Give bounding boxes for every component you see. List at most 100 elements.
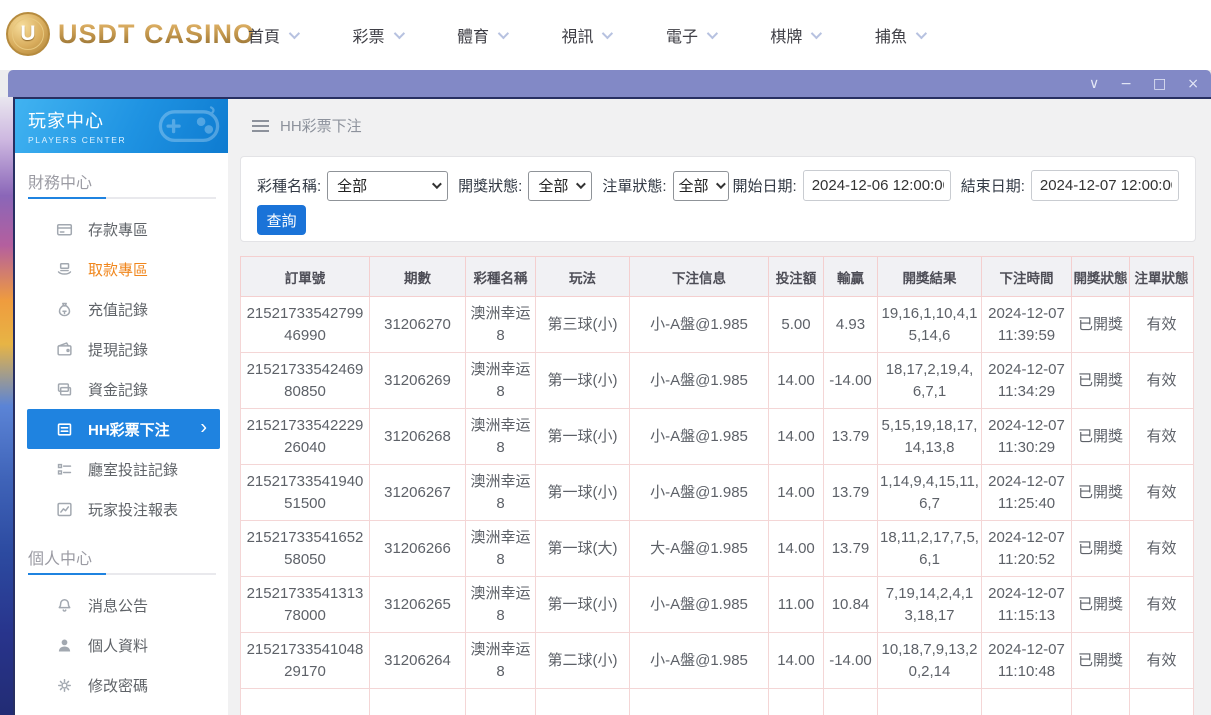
window-control-button[interactable]: ∨ (1089, 77, 1099, 91)
draw-status-select[interactable]: 全部 (528, 171, 592, 201)
table-header-cell: 開獎狀態 (1072, 257, 1130, 297)
cell-order-no: 2152173354246980850 (241, 353, 370, 409)
table-header-cell: 下注信息 (630, 257, 769, 297)
cell-play: 第三球(小) (536, 297, 630, 353)
window-control-button[interactable]: × (1187, 77, 1199, 91)
sidebar-item[interactable]: 資金記錄 (15, 369, 228, 409)
cell-time: 2024-12-07 11:10:48 (982, 633, 1072, 689)
cell-lottery: 澳洲幸运8 (466, 633, 536, 689)
sidebar-item[interactable]: 消息公告 (15, 585, 228, 625)
cell-result: 19,16,1,10,4,15,14,6 (878, 297, 982, 353)
table-header-cell: 玩法 (536, 257, 630, 297)
sidebar-item[interactable]: 玩家投注報表 (15, 489, 228, 529)
site-logo[interactable]: U USDT CASINO (6, 12, 255, 56)
sidebar-item[interactable]: 個人資料 (15, 625, 228, 665)
table-row: 2152173354194051500 31206267 澳洲幸运8 第一球(小… (241, 465, 1194, 521)
order-status-select[interactable]: 全部 (673, 171, 729, 201)
cell-win-loss: -14.00 (824, 353, 878, 409)
lottery-select[interactable]: 全部 (327, 171, 448, 201)
sidebar-personal-items: 消息公告 個人資料 修改密碼 (15, 585, 228, 705)
end-date-label: 結束日期: (961, 175, 1025, 196)
end-date-input[interactable] (1031, 170, 1179, 201)
sidebar-item[interactable]: 提現記錄 (15, 329, 228, 369)
nav-menu-item[interactable]: 首頁 (248, 23, 297, 47)
cell-result: 1,14,9,4,15,11,6,7 (878, 465, 982, 521)
window-control-button[interactable]: − (1120, 77, 1132, 91)
table-header-cell: 開獎結果 (878, 257, 982, 297)
cell-amount: 14.00 (769, 633, 824, 689)
cell-result: 5,15,19,18,17,14,13,8 (878, 409, 982, 465)
cell-play: 第一球(小) (536, 577, 630, 633)
cell-lottery: 澳洲幸运8 (466, 353, 536, 409)
cell-time: 2024-12-07 11:20:52 (982, 521, 1072, 577)
cell-bet-info: 小-A盤@1.985 (630, 465, 769, 521)
sidebar-item[interactable]: 修改密碼 (15, 665, 228, 705)
cell-play: 第一球(小) (536, 353, 630, 409)
hamburger-menu-icon[interactable] (252, 117, 269, 135)
chevron-down-icon (707, 28, 718, 39)
order-status-filter-label: 注單狀態: (602, 175, 666, 196)
cell-amount: 14.00 (769, 521, 824, 577)
cell-time: 2024-12-07 11:30:29 (982, 409, 1072, 465)
player-center-window: 玩家中心 PLAYERS CENTER 財務中心 存款專區 取款專區 (13, 97, 1211, 715)
nav-menu-item[interactable]: 彩票 (352, 23, 401, 47)
table-header-cell: 彩種名稱 (466, 257, 536, 297)
nav-menu-item[interactable]: 體育 (457, 23, 506, 47)
nav-menu-item[interactable]: 視訊 (561, 23, 610, 47)
section-divider (28, 573, 216, 575)
hall-bet-icon (56, 461, 73, 478)
chevron-down-icon (393, 28, 404, 39)
cell-lottery: 澳洲幸运8 (466, 465, 536, 521)
table-header-cell: 下注時間 (982, 257, 1072, 297)
cell-order-no: 2152173354279946990 (241, 297, 370, 353)
cell-win-loss: 13.79 (824, 409, 878, 465)
sidebar-item[interactable]: 充值記錄 (15, 289, 228, 329)
cell-draw-status: 已開獎 (1072, 633, 1130, 689)
gear-icon (56, 677, 73, 694)
cell-play: 第二球(小) (536, 633, 630, 689)
sidebar-item[interactable]: HH彩票下注 › (27, 409, 220, 449)
cell-order-status: 有效 (1130, 465, 1194, 521)
withdraw-record-icon (56, 341, 73, 358)
table-row: 2152173354131378000 31206265 澳洲幸运8 第一球(小… (241, 577, 1194, 633)
nav-menu-item[interactable]: 棋牌 (770, 23, 819, 47)
cell-bet-info: 小-A盤@1.985 (630, 577, 769, 633)
table-row: 2152173354279946990 31206270 澳洲幸运8 第三球(小… (241, 297, 1194, 353)
recharge-bag-icon (56, 301, 73, 318)
table-row: 2152173354104829170 31206264 澳洲幸运8 第二球(小… (241, 633, 1194, 689)
cell-play: 第一球(小) (536, 465, 630, 521)
deposit-card-icon (56, 221, 73, 238)
sidebar-item[interactable]: 存款專區 (15, 209, 228, 249)
table-header-cell: 輸贏 (824, 257, 878, 297)
sidebar-item[interactable]: 廳室投註記錄 (15, 449, 228, 489)
table-header-cell: 訂單號 (241, 257, 370, 297)
cell-order-no: 2152173354131378000 (241, 577, 370, 633)
start-date-input[interactable] (803, 170, 951, 201)
nav-menu-item[interactable]: 電子 (666, 23, 715, 47)
sidebar-item[interactable]: 取款專區 (15, 249, 228, 289)
cell-draw-status: 已開獎 (1072, 409, 1130, 465)
sidebar-finance-items: 存款專區 取款專區 充值記錄 提現記錄 (15, 209, 228, 529)
sidebar: 玩家中心 PLAYERS CENTER 財務中心 存款專區 取款專區 (15, 99, 228, 715)
cell-order-status: 有效 (1130, 297, 1194, 353)
cell-result: 18,11,2,17,7,5,6,1 (878, 521, 982, 577)
cell-period: 31206268 (370, 409, 466, 465)
sidebar-header: 玩家中心 PLAYERS CENTER (15, 99, 228, 153)
cell-amount: 5.00 (769, 297, 824, 353)
draw-status-filter-label: 開獎狀態: (458, 175, 522, 196)
cell-time: 2024-12-07 11:15:13 (982, 577, 1072, 633)
table-row-empty (241, 689, 1194, 715)
cell-amount: 14.00 (769, 465, 824, 521)
cell-time: 2024-12-07 11:25:40 (982, 465, 1072, 521)
chevron-down-icon (576, 179, 586, 189)
cell-period: 31206264 (370, 633, 466, 689)
search-button[interactable]: 查詢 (257, 205, 306, 235)
nav-menu-item[interactable]: 捕魚 (875, 23, 924, 47)
section-label-finance: 財務中心 (28, 169, 216, 191)
cell-period: 31206267 (370, 465, 466, 521)
window-control-button[interactable]: □ (1153, 77, 1166, 91)
cell-order-status: 有效 (1130, 353, 1194, 409)
chevron-right-icon: › (200, 417, 207, 440)
bets-table: 訂單號期數彩種名稱玩法下注信息投注額輸贏開獎結果下注時間開獎狀態注單狀態 215… (240, 256, 1193, 715)
cell-period: 31206266 (370, 521, 466, 577)
